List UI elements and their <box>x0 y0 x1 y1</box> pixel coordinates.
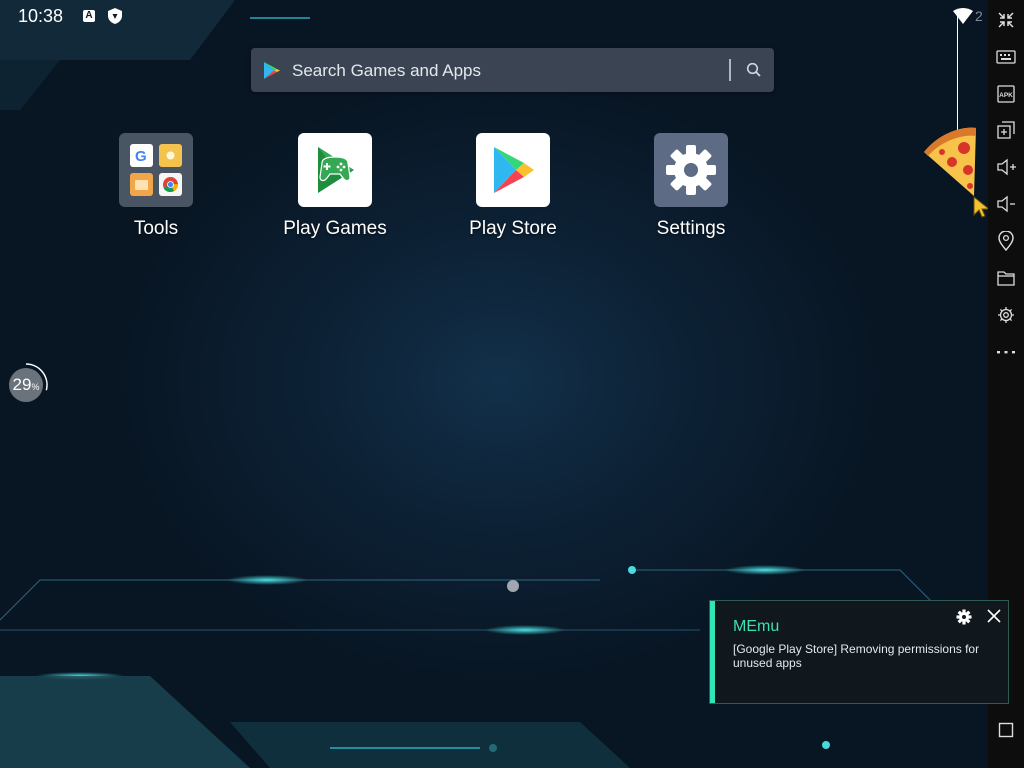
app-tools[interactable]: G Tools <box>76 133 236 240</box>
page-indicator-dot[interactable] <box>507 580 519 592</box>
more-icon <box>997 351 1015 354</box>
search-icon[interactable] <box>746 62 762 78</box>
notification-message: [Google Play Store] Removing permissions… <box>733 642 980 670</box>
chrome-mini-icon <box>159 173 182 196</box>
search-input[interactable]: Search Games and Apps <box>292 61 481 81</box>
shared-folder-button[interactable] <box>988 263 1024 293</box>
recent-apps-icon <box>998 722 1014 738</box>
location-icon <box>998 231 1014 251</box>
apk-label: APK <box>999 92 1013 99</box>
app-settings[interactable]: Settings <box>611 133 771 240</box>
shield-icon <box>108 8 122 24</box>
play-store-logo-icon <box>264 62 280 79</box>
volume-up-icon <box>997 158 1016 176</box>
files-mini-icon <box>130 173 153 196</box>
apk-icon: APK <box>997 85 1015 103</box>
volume-down-icon <box>997 195 1015 213</box>
more-button[interactable] <box>988 337 1024 367</box>
notes-mini-icon <box>159 144 182 167</box>
settings-gear-icon <box>654 133 728 207</box>
notification-title: MEmu <box>733 618 780 635</box>
volume-up-button[interactable] <box>988 152 1024 182</box>
boost-percent: 29 <box>12 375 32 394</box>
app-label: Play Games <box>283 218 387 239</box>
multi-window-button[interactable] <box>988 115 1024 145</box>
boost-unit: % <box>31 382 40 392</box>
app-play-games[interactable]: Play Games <box>255 133 415 240</box>
app-label: Tools <box>133 218 179 239</box>
multi-window-icon <box>997 121 1015 139</box>
location-button[interactable] <box>988 226 1024 256</box>
play-games-icon <box>298 133 372 207</box>
play-store-icon <box>476 133 550 207</box>
settings-icon <box>998 307 1014 323</box>
gear-icon[interactable] <box>956 609 972 625</box>
collapse-button[interactable] <box>988 5 1024 35</box>
search-divider <box>729 59 731 81</box>
boost-value: 29% <box>9 368 43 402</box>
status-clock: 10:38 <box>18 6 64 26</box>
toolbar-settings-button[interactable] <box>988 300 1024 330</box>
volume-down-button[interactable] <box>988 189 1024 219</box>
status-bar: 10:38 A 2 <box>0 0 988 32</box>
drag-indicator-line <box>957 16 958 144</box>
tools-folder-icon: G <box>119 133 193 207</box>
keyboard-button[interactable] <box>988 42 1024 72</box>
keyboard-icon <box>996 50 1016 64</box>
pizza-icon[interactable] <box>920 126 982 198</box>
cursor-icon <box>973 195 988 218</box>
search-bar[interactable]: Search Games and Apps <box>251 48 774 92</box>
notification-accent-bar <box>710 601 715 703</box>
wifi-icon <box>953 8 973 24</box>
app-play-store[interactable]: Play Store <box>433 133 593 240</box>
folder-icon <box>997 271 1015 286</box>
google-mini-icon: G <box>130 144 153 167</box>
svg-text:G: G <box>135 148 147 165</box>
memory-boost-widget[interactable]: 29% <box>5 362 51 408</box>
recent-apps-button[interactable] <box>988 715 1024 745</box>
a-badge-icon: A <box>83 10 95 22</box>
close-icon[interactable] <box>987 609 1001 623</box>
notification-toast[interactable]: MEmu [Google Play Store] Removing permis… <box>709 600 1009 704</box>
app-label: Settings <box>656 218 726 239</box>
apk-install-button[interactable]: APK <box>988 79 1024 109</box>
status-digit: 2 <box>975 8 983 24</box>
collapse-icon <box>998 12 1014 28</box>
app-label: Play Store <box>469 218 557 239</box>
